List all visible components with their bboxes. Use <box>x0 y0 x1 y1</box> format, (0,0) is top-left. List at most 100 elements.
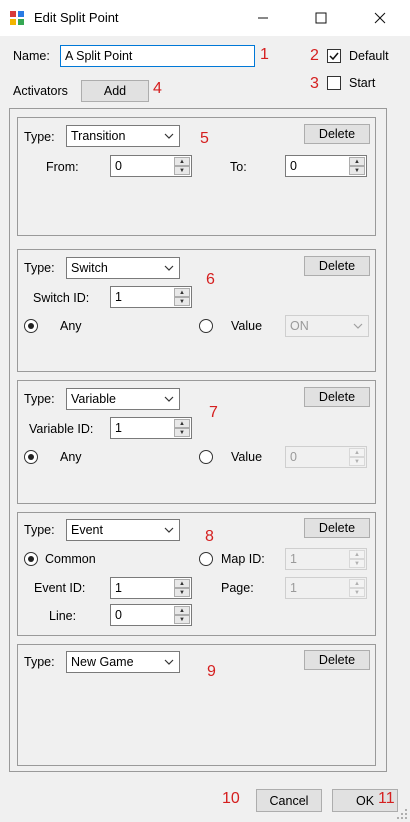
event-id-label: Event ID: <box>34 581 86 595</box>
variable-id-stepper[interactable]: 1 ▲ ▼ <box>110 417 192 439</box>
decrement-arrow-icon: ▼ <box>349 559 365 568</box>
value-stepper: 0 ▲ ▼ <box>285 446 367 468</box>
decrement-arrow-icon[interactable]: ▼ <box>349 166 365 175</box>
variable-id-value: 1 <box>115 421 122 435</box>
any-label: Any <box>60 319 82 333</box>
increment-arrow-icon[interactable]: ▲ <box>349 157 365 166</box>
type-select-value: Switch <box>71 261 108 275</box>
type-select-value: Variable <box>71 392 116 406</box>
decrement-arrow-icon[interactable]: ▼ <box>174 588 190 597</box>
to-stepper[interactable]: 0 ▲ ▼ <box>285 155 367 177</box>
event-id-value: 1 <box>115 581 122 595</box>
value-label: Value <box>231 450 263 464</box>
close-button[interactable] <box>357 0 403 36</box>
annotation-11: 11 <box>378 790 395 807</box>
radio-dot-icon <box>28 323 34 329</box>
increment-arrow-icon[interactable]: ▲ <box>174 579 190 588</box>
type-label: Type: <box>24 655 55 669</box>
add-button[interactable]: Add <box>81 80 149 102</box>
type-select[interactable]: Event <box>66 519 180 541</box>
increment-arrow-icon: ▲ <box>349 550 365 559</box>
annotation-9: 9 <box>207 663 216 680</box>
radio-dot-icon <box>28 556 34 562</box>
checkmark-icon <box>329 52 339 61</box>
close-icon <box>374 12 386 24</box>
annotation-5: 5 <box>200 130 209 147</box>
annotation-6: 6 <box>206 271 215 288</box>
any-radio[interactable] <box>24 450 38 464</box>
map-id-radio[interactable] <box>199 552 213 566</box>
delete-button[interactable]: Delete <box>304 256 370 276</box>
maximize-icon <box>315 12 327 24</box>
page-label: Page: <box>221 581 254 595</box>
name-input[interactable]: A Split Point <box>60 45 255 67</box>
delete-button[interactable]: Delete <box>304 518 370 538</box>
to-label: To: <box>230 160 247 174</box>
chevron-down-icon <box>353 323 363 329</box>
type-label: Type: <box>24 523 55 537</box>
activators-label: Activators <box>13 84 68 98</box>
page-value: 1 <box>290 581 297 595</box>
switch-id-stepper[interactable]: 1 ▲ ▼ <box>110 286 192 308</box>
type-select[interactable]: Switch <box>66 257 180 279</box>
type-label: Type: <box>24 392 55 406</box>
value-radio[interactable] <box>199 450 213 464</box>
increment-arrow-icon: ▲ <box>349 579 365 588</box>
line-stepper[interactable]: 0 ▲ ▼ <box>110 604 192 626</box>
start-label: Start <box>349 76 376 90</box>
any-label: Any <box>60 450 82 464</box>
annotation-8: 8 <box>205 528 214 545</box>
annotation-3: 3 <box>310 75 319 92</box>
type-select[interactable]: New Game <box>66 651 180 673</box>
to-value: 0 <box>290 159 297 173</box>
increment-arrow-icon[interactable]: ▲ <box>174 157 190 166</box>
decrement-arrow-icon[interactable]: ▼ <box>174 615 190 624</box>
from-value: 0 <box>115 159 122 173</box>
delete-button[interactable]: Delete <box>304 387 370 407</box>
line-value: 0 <box>115 608 122 622</box>
increment-arrow-icon[interactable]: ▲ <box>174 606 190 615</box>
type-select[interactable]: Variable <box>66 388 180 410</box>
type-select[interactable]: Transition <box>66 125 180 147</box>
value-radio[interactable] <box>199 319 213 333</box>
type-label: Type: <box>24 130 55 144</box>
delete-button[interactable]: Delete <box>304 650 370 670</box>
common-label: Common <box>45 552 96 566</box>
default-label: Default <box>349 49 389 63</box>
common-radio[interactable] <box>24 552 38 566</box>
annotation-10: 10 <box>222 790 240 807</box>
increment-arrow-icon: ▲ <box>349 448 365 457</box>
chevron-down-icon <box>164 527 174 533</box>
delete-button[interactable]: Delete <box>304 124 370 144</box>
window-title: Edit Split Point <box>34 10 119 25</box>
maximize-button[interactable] <box>298 0 344 36</box>
event-id-stepper[interactable]: 1 ▲ ▼ <box>110 577 192 599</box>
increment-arrow-icon[interactable]: ▲ <box>174 288 190 297</box>
chevron-down-icon <box>164 133 174 139</box>
from-stepper[interactable]: 0 ▲ ▼ <box>110 155 192 177</box>
chevron-down-icon <box>164 265 174 271</box>
cancel-button[interactable]: Cancel <box>256 789 322 812</box>
annotation-2: 2 <box>310 47 319 64</box>
line-label: Line: <box>49 609 77 623</box>
annotation-7: 7 <box>209 404 218 421</box>
chevron-down-icon <box>164 659 174 665</box>
value-select: ON <box>285 315 369 337</box>
decrement-arrow-icon[interactable]: ▼ <box>174 166 190 175</box>
increment-arrow-icon[interactable]: ▲ <box>174 419 190 428</box>
map-id-stepper: 1 ▲ ▼ <box>285 548 367 570</box>
map-id-value: 1 <box>290 552 297 566</box>
type-select-value: New Game <box>71 655 134 669</box>
any-radio[interactable] <box>24 319 38 333</box>
decrement-arrow-icon[interactable]: ▼ <box>174 428 190 437</box>
resize-grip-icon[interactable] <box>396 808 408 820</box>
start-checkbox[interactable] <box>327 76 341 90</box>
minimize-button[interactable] <box>240 0 286 36</box>
switch-id-label: Switch ID: <box>33 291 90 305</box>
annotation-1: 1 <box>260 46 269 63</box>
name-label: Name: <box>13 49 50 63</box>
page-stepper: 1 ▲ ▼ <box>285 577 367 599</box>
annotation-4: 4 <box>153 80 162 97</box>
decrement-arrow-icon[interactable]: ▼ <box>174 297 190 306</box>
default-checkbox[interactable] <box>327 49 341 63</box>
